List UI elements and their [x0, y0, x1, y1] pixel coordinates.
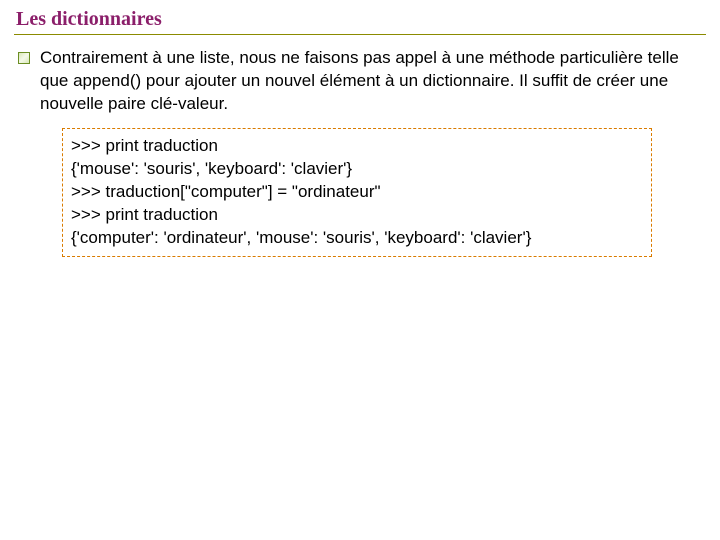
slide-body: Contrairement à une liste, nous ne faiso… — [14, 47, 706, 257]
code-line: >>> print traduction — [71, 205, 218, 224]
code-block: >>> print traduction {'mouse': 'souris',… — [62, 128, 652, 257]
slide: Les dictionnaires Contrairement à une li… — [0, 0, 720, 540]
square-bullet-icon — [18, 52, 30, 64]
code-line: {'mouse': 'souris', 'keyboard': 'clavier… — [71, 159, 352, 178]
title-wrap: Les dictionnaires — [14, 8, 706, 35]
page-title: Les dictionnaires — [14, 8, 706, 31]
code-line: >>> print traduction — [71, 136, 218, 155]
code-line: {'computer': 'ordinateur', 'mouse': 'sou… — [71, 228, 531, 247]
bullet-item: Contrairement à une liste, nous ne faiso… — [18, 47, 700, 116]
code-line: >>> traduction["computer"] = "ordinateur… — [71, 182, 381, 201]
bullet-text: Contrairement à une liste, nous ne faiso… — [40, 47, 700, 116]
